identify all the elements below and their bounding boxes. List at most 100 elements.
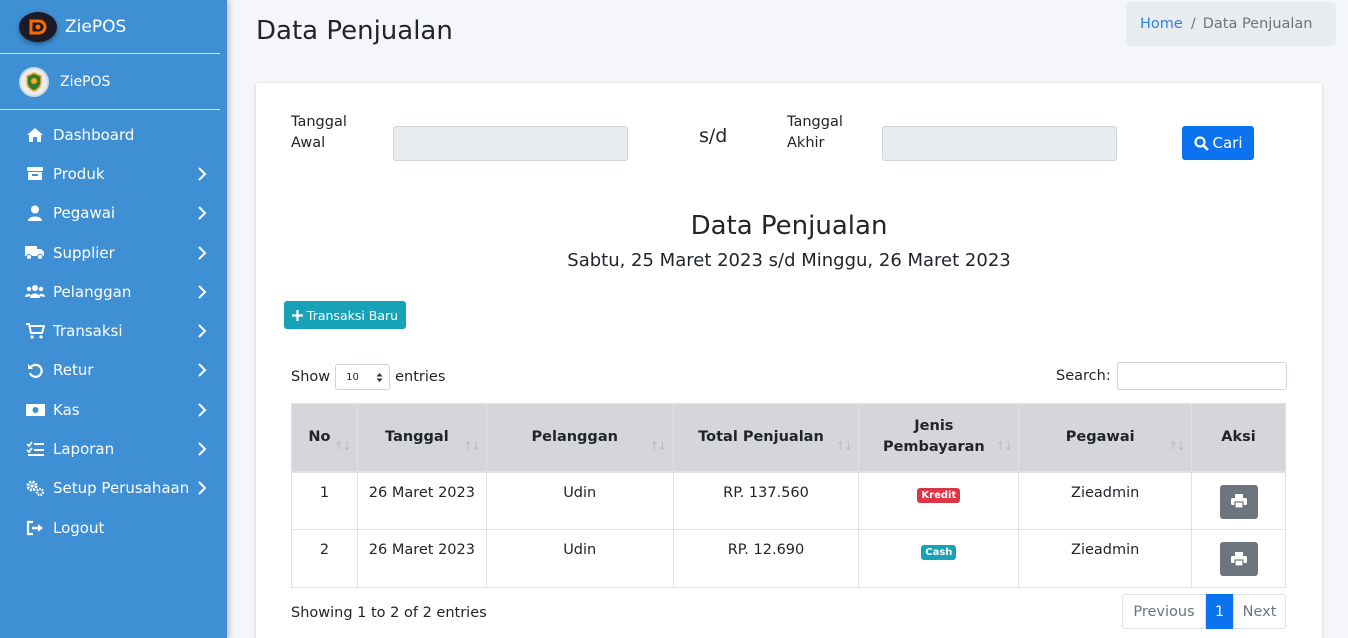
table-info: Showing 1 to 2 of 2 entries xyxy=(291,605,487,621)
column-header-pelanggan[interactable]: Pelanggan ↑↓ xyxy=(485,403,674,473)
brand-link[interactable]: ZiePOS xyxy=(0,0,220,54)
pagination-page-1[interactable]: 1 xyxy=(1206,594,1233,629)
print-button[interactable] xyxy=(1219,542,1258,576)
entries-select[interactable]: 10 xyxy=(335,364,391,390)
sidebar-item-dashboard[interactable]: Dashboard xyxy=(0,115,227,154)
cell-tanggal: 26 Maret 2023 xyxy=(356,471,487,530)
report-subtitle: Sabtu, 25 Maret 2023 s/d Minggu, 26 Mare… xyxy=(567,250,1011,271)
plus-icon xyxy=(291,309,303,321)
start-date-input[interactable] xyxy=(393,126,628,161)
chevron-right-icon xyxy=(198,245,207,260)
box-icon xyxy=(24,165,46,183)
column-header-pegawai[interactable]: Pegawai ↑↓ xyxy=(1018,403,1193,473)
sidebar-item-pegawai[interactable]: Pegawai xyxy=(0,194,227,233)
column-label: Aksi xyxy=(1221,428,1256,445)
chevron-right-icon xyxy=(198,285,207,299)
sidebar-item-label: Logout xyxy=(53,518,105,537)
cell-jenis: Cash xyxy=(858,529,1020,588)
chevron-right-icon xyxy=(198,481,207,496)
sales-card: Tanggal Awal s/d Tanggal Akhir Cari Data… xyxy=(256,83,1322,638)
date-range-separator: s/d xyxy=(699,125,728,147)
brand-logo-icon xyxy=(19,11,57,42)
column-label: Pelanggan xyxy=(531,428,618,445)
search-button[interactable]: Cari xyxy=(1182,126,1254,160)
show-label: Show xyxy=(291,369,331,385)
table-search-input[interactable] xyxy=(1116,362,1287,390)
undo-icon xyxy=(24,361,46,379)
user-panel[interactable]: ZiePOS xyxy=(0,54,220,110)
sidebar-item-kas[interactable]: Kas xyxy=(0,390,227,429)
breadcrumb-home-link[interactable]: Home xyxy=(1140,16,1183,32)
sidebar-nav: Dashboard Produk Pegawai Supplier Pelang… xyxy=(0,110,227,547)
sidebar-item-label: Transaksi xyxy=(53,322,123,341)
cell-no: 2 xyxy=(291,529,358,588)
report-title: Data Penjualan xyxy=(690,211,888,241)
breadcrumb-separator: / xyxy=(1190,16,1196,32)
sidebar-item-produk[interactable]: Produk xyxy=(0,154,227,193)
gears-icon xyxy=(24,479,46,497)
truck-icon xyxy=(24,244,46,262)
column-header-no[interactable]: No ↑↓ xyxy=(291,403,358,473)
money-icon xyxy=(24,401,46,419)
pagination-next[interactable]: Next xyxy=(1233,594,1286,629)
sort-icon: ↑↓ xyxy=(995,438,1013,453)
home-icon xyxy=(24,126,46,144)
select-arrows-icon xyxy=(376,372,383,382)
sidebar-item-label: Produk xyxy=(53,164,105,183)
sidebar-item-laporan[interactable]: Laporan xyxy=(0,429,227,468)
user-icon xyxy=(24,204,46,222)
avatar xyxy=(19,66,49,97)
sidebar-item-label: Retur xyxy=(53,361,94,380)
chevron-right-icon xyxy=(198,206,207,220)
chevron-right-icon xyxy=(198,167,207,181)
sidebar-item-retur[interactable]: Retur xyxy=(0,351,227,390)
cell-aksi xyxy=(1191,471,1286,530)
sort-icon: ↑↓ xyxy=(1167,438,1186,453)
end-date-input[interactable] xyxy=(882,126,1117,161)
cell-total: RP. 12.690 xyxy=(672,529,860,588)
start-date-label-line1: Tanggal xyxy=(291,114,347,130)
print-icon xyxy=(1230,494,1247,509)
cell-jenis: Kredit xyxy=(858,471,1020,530)
entries-length-control: Show 10 entries xyxy=(291,364,445,390)
column-header-total-penjualan[interactable]: Total Penjualan ↑↓ xyxy=(672,403,860,473)
breadcrumb-current: Data Penjualan xyxy=(1202,16,1313,32)
sales-table: No ↑↓ Tanggal ↑↓ Pelanggan ↑↓ Total Penjual… xyxy=(291,403,1286,588)
cell-tanggal: 26 Maret 2023 xyxy=(356,529,487,588)
brand-name: ZiePOS xyxy=(65,16,127,37)
column-label: Jenis Pembayaran xyxy=(882,418,985,456)
sidebar: ZiePOS ZiePOS Dashboard Produk Pegawai S… xyxy=(0,0,227,638)
start-date-label-line2: Awal xyxy=(291,135,326,151)
sidebar-item-logout[interactable]: Logout xyxy=(0,508,227,547)
cell-pegawai: Zieadmin xyxy=(1018,529,1193,588)
column-header-jenis-pembayaran[interactable]: Jenis Pembayaran ↑↓ xyxy=(858,403,1020,473)
chevron-right-icon xyxy=(198,442,207,456)
print-button[interactable] xyxy=(1219,484,1258,519)
search-icon xyxy=(1193,135,1209,151)
sort-asc-icon: ↑↓ xyxy=(333,438,352,453)
column-header-tanggal[interactable]: Tanggal ↑↓ xyxy=(356,403,487,473)
end-date-label: Tanggal Akhir xyxy=(787,112,843,154)
table-row: 1 26 Maret 2023 Udin RP. 137.560 Kredit … xyxy=(291,471,1286,530)
sidebar-item-supplier[interactable]: Supplier xyxy=(0,233,227,272)
sidebar-item-transaksi[interactable]: Transaksi xyxy=(0,311,227,350)
sidebar-item-label: Pegawai xyxy=(53,204,116,223)
new-transaction-button[interactable]: Transaksi Baru xyxy=(284,301,406,329)
table-row: 2 26 Maret 2023 Udin RP. 12.690 Cash Zie… xyxy=(291,529,1286,588)
users-icon xyxy=(24,283,46,301)
start-date-label: Tanggal Awal xyxy=(291,112,347,154)
cell-aksi xyxy=(1191,529,1286,588)
chevron-right-icon xyxy=(198,324,207,338)
sidebar-item-setup-perusahaan[interactable]: Setup Perusahaan xyxy=(0,469,227,508)
breadcrumb: Home / Data Penjualan xyxy=(1126,2,1336,46)
cell-pegawai: Zieadmin xyxy=(1018,471,1193,530)
column-label: No xyxy=(308,428,331,445)
status-badge: Cash xyxy=(921,545,957,560)
cell-no: 1 xyxy=(291,471,358,530)
sidebar-item-pelanggan[interactable]: Pelanggan xyxy=(0,272,227,311)
chevron-right-icon xyxy=(198,363,207,378)
pagination-previous[interactable]: Previous xyxy=(1122,594,1206,629)
column-label: Total Penjualan xyxy=(698,428,824,445)
sort-icon: ↑↓ xyxy=(649,438,668,453)
sidebar-item-label: Supplier xyxy=(53,243,115,262)
